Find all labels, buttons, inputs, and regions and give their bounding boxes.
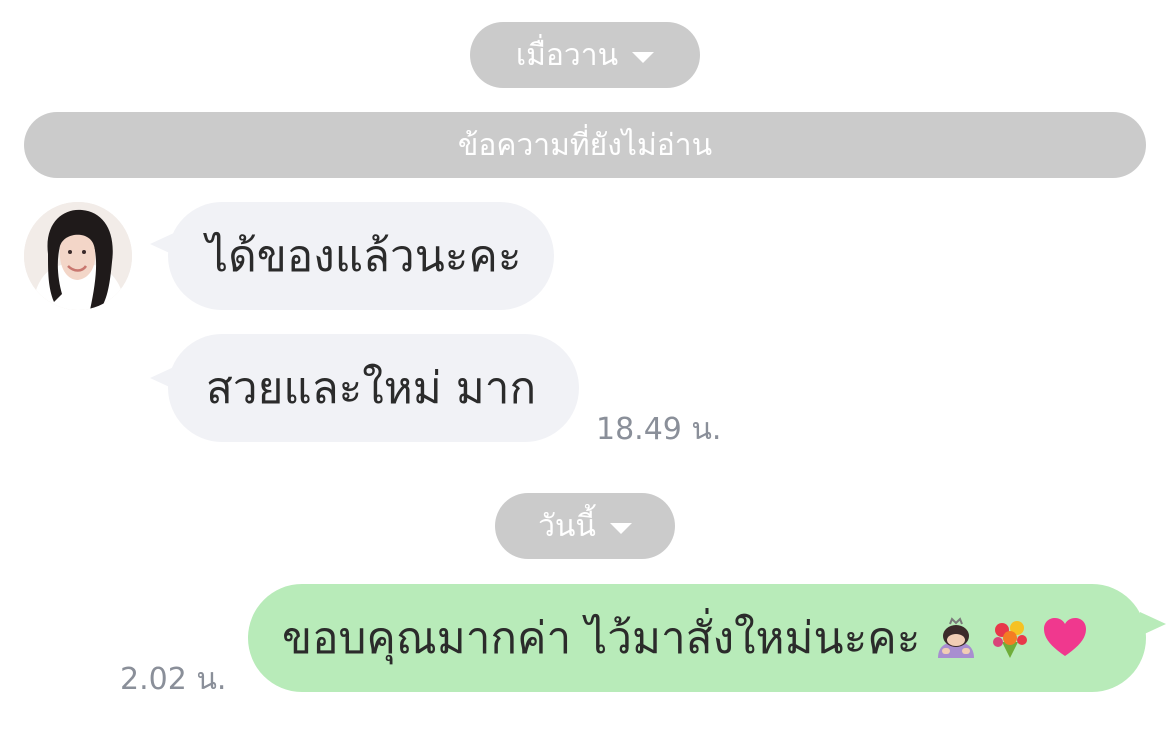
unread-divider: ข้อความที่ยังไม่อ่าน <box>24 112 1146 178</box>
message-text: ขอบคุณมากค่า ไว้มาสั่งใหม่นะคะ <box>282 613 921 664</box>
avatar-photo <box>24 202 132 310</box>
message-text: สวยและใหม่ มาก <box>206 363 537 414</box>
incoming-message-bubble[interactable]: ได้ของแล้วนะคะ <box>168 202 554 310</box>
growing-heart-emoji <box>1044 618 1087 656</box>
bouquet-emoji <box>993 621 1028 658</box>
chat-area: เมื่อวาน ข้อความที่ยังไม่อ่าน ได้ของแล้ว… <box>0 0 1170 730</box>
unread-divider-label: ข้อความที่ยังไม่อ่าน <box>457 127 713 163</box>
date-pill-today[interactable]: วันนี้ <box>495 493 675 559</box>
chevron-down-icon <box>609 522 632 534</box>
date-label: วันนี้ <box>538 508 596 544</box>
chevron-down-icon <box>632 51 655 63</box>
outgoing-message-bubble[interactable]: ขอบคุณมากค่า ไว้มาสั่งใหม่นะคะ <box>248 584 1146 692</box>
person-bowing-emoji <box>938 617 975 658</box>
avatar[interactable] <box>24 202 132 310</box>
message-timestamp: 18.49 น. <box>596 412 722 447</box>
date-label: เมื่อวาน <box>515 37 619 73</box>
message-timestamp: 2.02 น. <box>120 662 227 697</box>
date-pill-yesterday[interactable]: เมื่อวาน <box>470 22 700 88</box>
message-text: ได้ของแล้วนะคะ <box>206 231 522 282</box>
incoming-message-bubble[interactable]: สวยและใหม่ มาก <box>168 334 579 442</box>
